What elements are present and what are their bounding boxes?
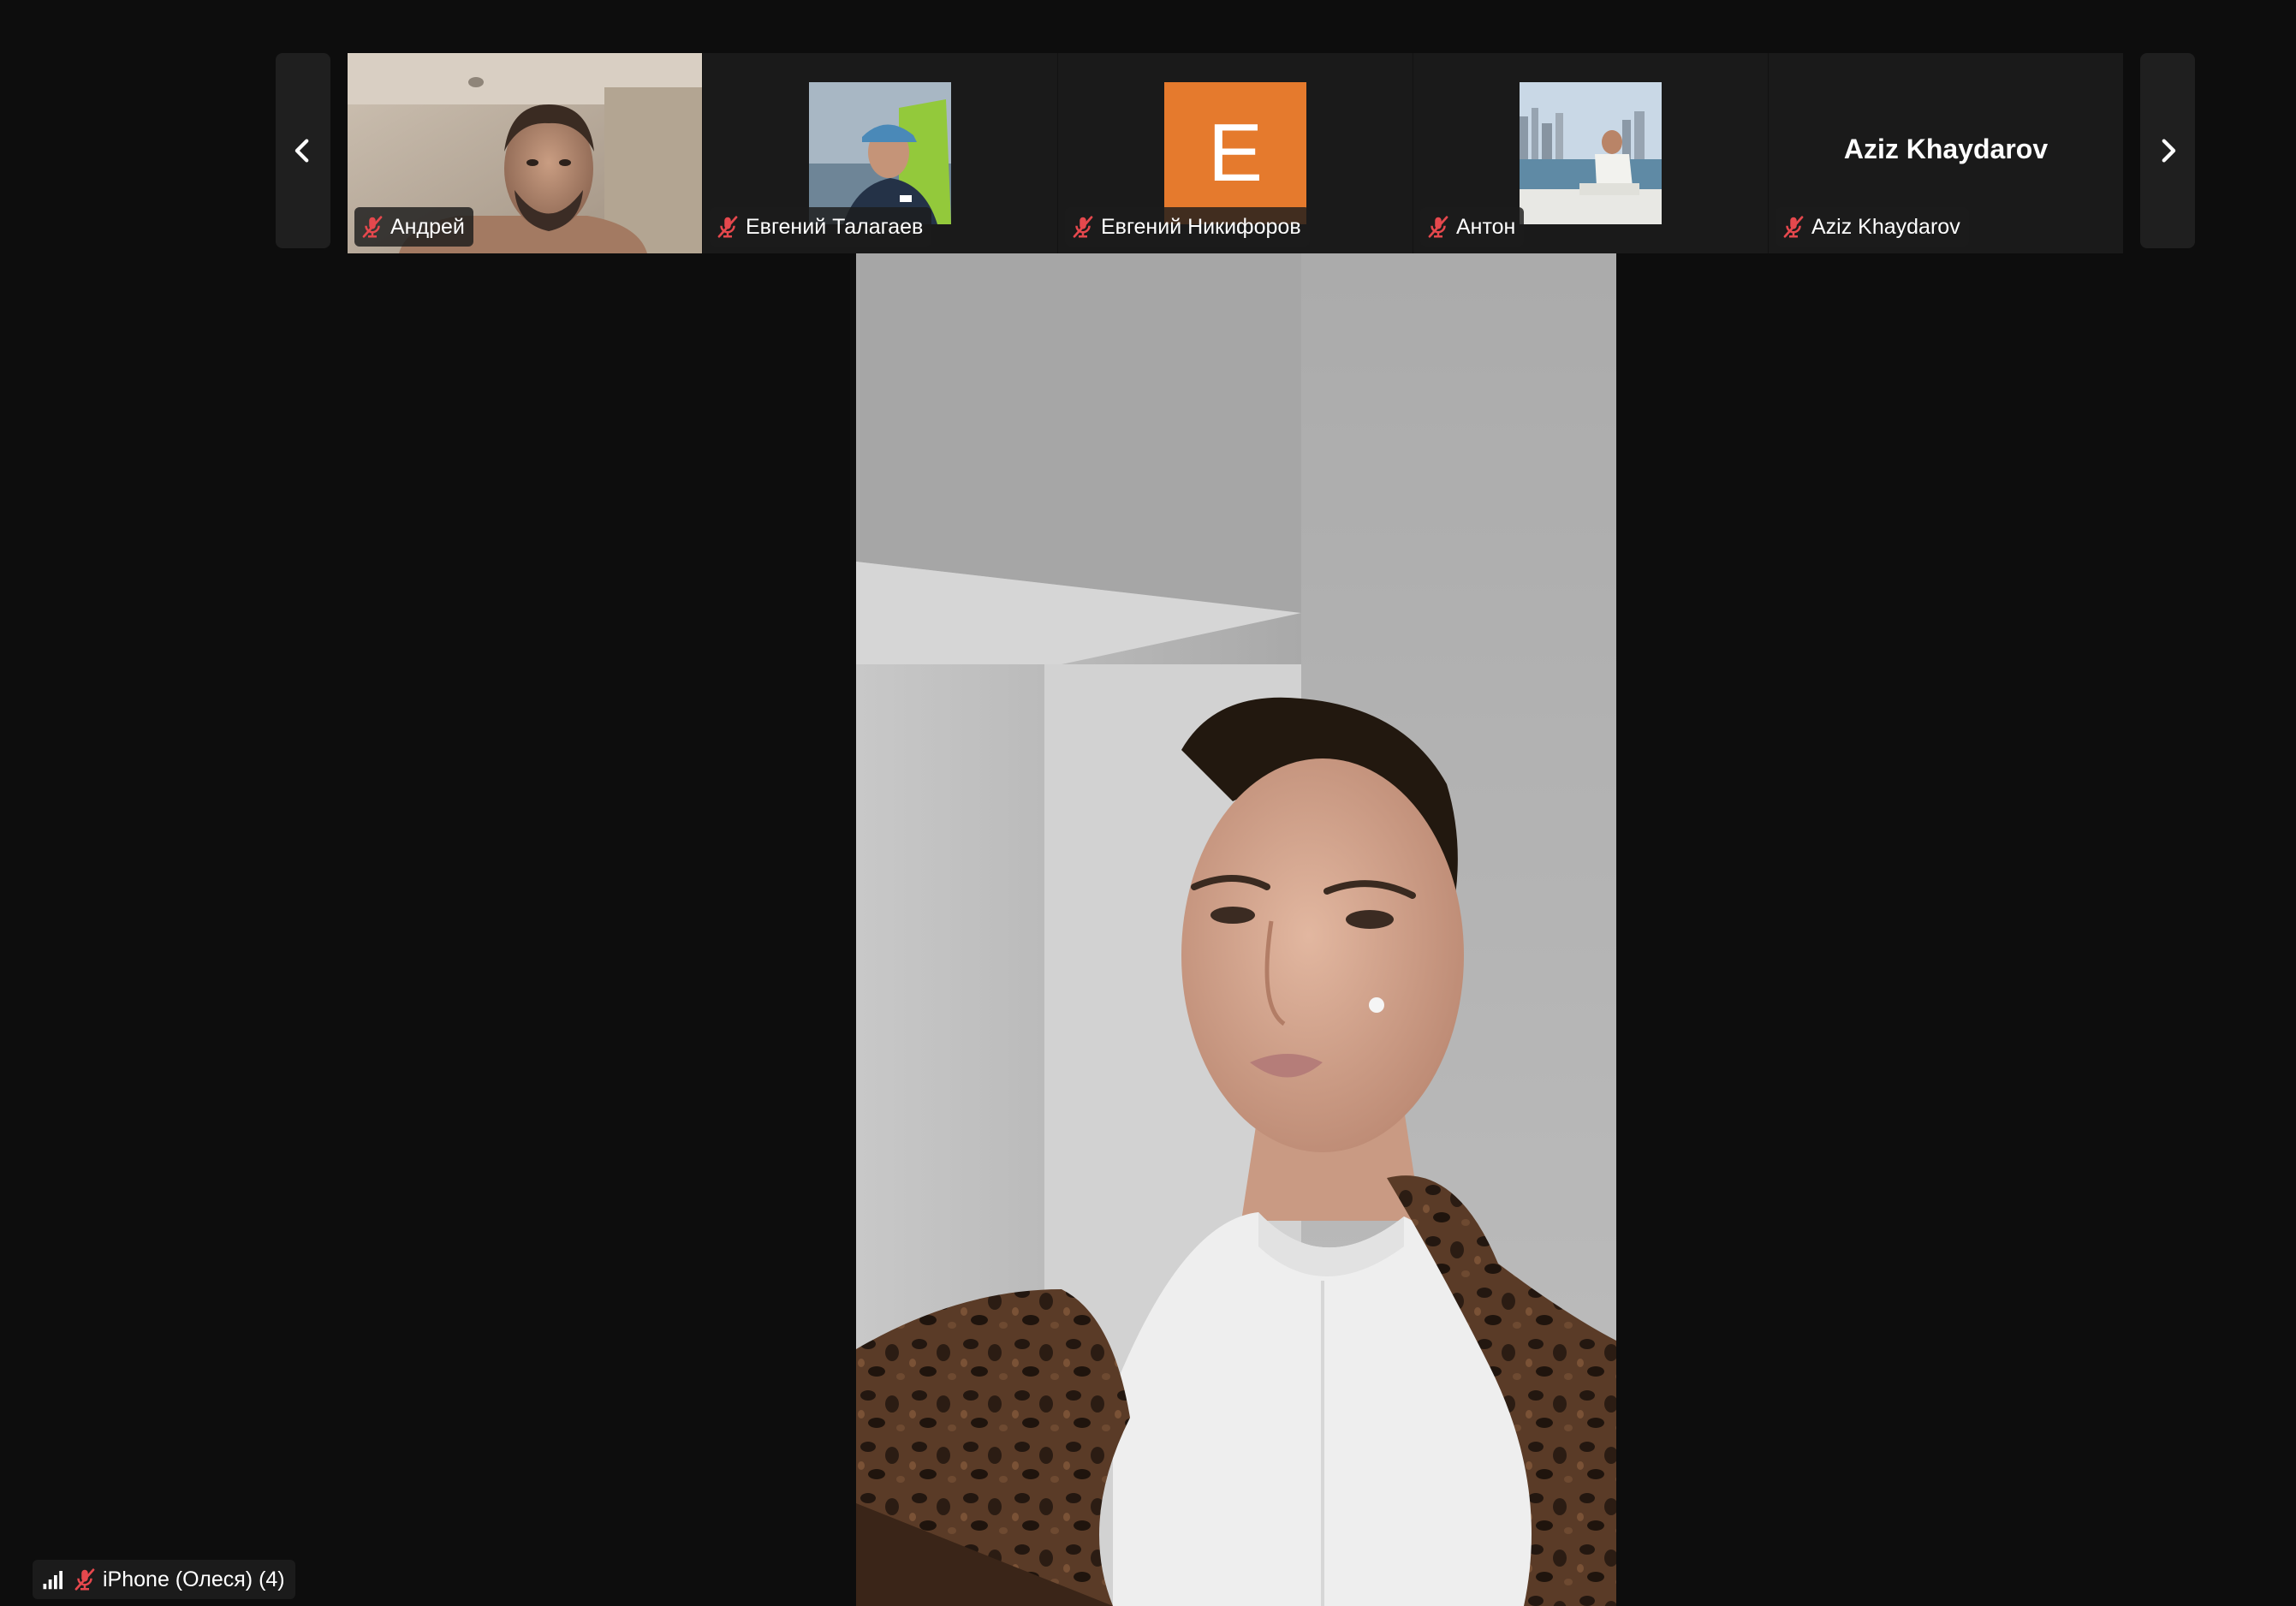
participant-name: Евгений Талагаев <box>746 214 924 239</box>
participant-avatar-photo <box>809 82 951 224</box>
participant-tile-evgeniy-talagaev[interactable]: Евгений Талагаев <box>702 53 1057 253</box>
active-speaker-video[interactable] <box>856 253 1616 1606</box>
participant-avatar-letter: E <box>1164 82 1306 224</box>
filmstrip-prev-button[interactable] <box>276 53 330 248</box>
participant-name: Aziz Khaydarov <box>1811 214 1960 239</box>
participant-name-tag: Антон <box>1420 207 1525 247</box>
participant-tile-aziz-khaydarov[interactable]: Aziz Khaydarov Aziz Khaydarov <box>1768 53 2123 253</box>
participant-tile-evgeniy-nikiforov[interactable]: E Евгений Никифоров <box>1057 53 1413 253</box>
mic-muted-icon <box>1073 216 1093 238</box>
chevron-right-icon <box>2162 139 2176 163</box>
chevron-left-icon <box>294 139 309 163</box>
signal-bars-icon <box>43 1571 62 1590</box>
mic-muted-icon <box>717 216 738 238</box>
participant-name: Андрей <box>390 214 465 239</box>
meeting-window: Андрей Евгений Талагаев E Евгений Никифо… <box>0 0 2296 1606</box>
active-speaker-name: iPhone (Олеся) (4) <box>103 1567 285 1591</box>
participant-name-tag: Aziz Khaydarov <box>1776 207 1969 247</box>
participant-name-tag: Андрей <box>354 207 473 247</box>
participant-avatar-photo <box>1520 82 1662 224</box>
participant-name: Антон <box>1456 214 1516 239</box>
mic-muted-icon <box>74 1568 95 1591</box>
filmstrip-next-button[interactable] <box>2140 53 2195 248</box>
active-speaker-label: iPhone (Олеся) (4) <box>33 1560 295 1599</box>
participant-name-tag: Евгений Никифоров <box>1065 207 1310 247</box>
mic-muted-icon <box>1428 216 1448 238</box>
mic-muted-icon <box>1783 216 1804 238</box>
participant-name-tag: Евгений Талагаев <box>710 207 932 247</box>
participant-tile-anton[interactable]: Антон <box>1413 53 1768 253</box>
speaker-video-frame <box>856 253 1616 1606</box>
participant-filmstrip: Андрей Евгений Талагаев E Евгений Никифо… <box>348 53 2123 253</box>
participant-tile-andrey[interactable]: Андрей <box>348 53 702 253</box>
participant-name: Евгений Никифоров <box>1101 214 1301 239</box>
mic-muted-icon <box>362 216 383 238</box>
